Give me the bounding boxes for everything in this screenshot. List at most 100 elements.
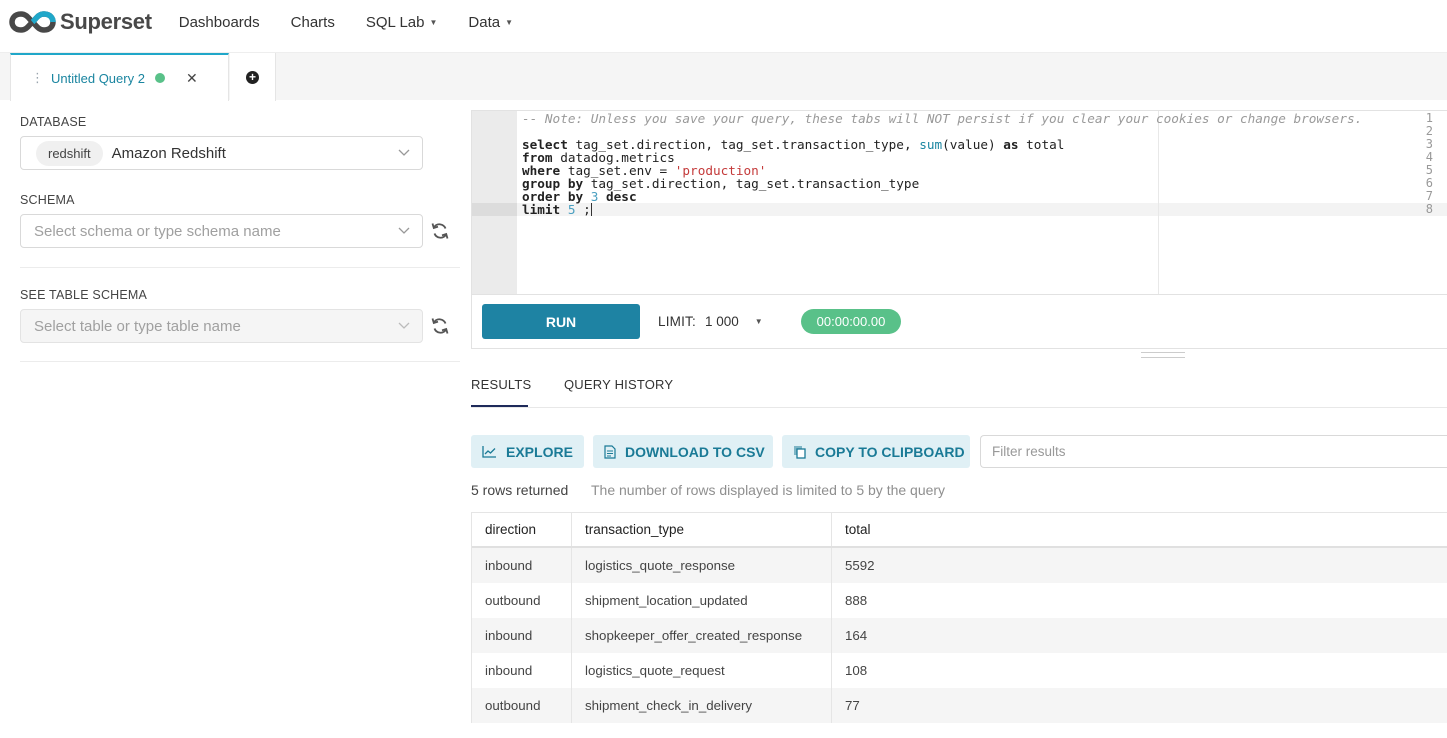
sql-function: sum: [919, 137, 943, 152]
table-placeholder: Select table or type table name: [34, 317, 241, 335]
sql-editor[interactable]: 1 2 3 4 5 6 7 8 -- Note: Unless you save…: [471, 110, 1447, 295]
tab-results[interactable]: RESULTS: [471, 377, 531, 392]
line-number: 8: [1425, 202, 1433, 216]
limit-dropdown[interactable]: LIMIT: 1 000 ▼: [658, 314, 763, 329]
table-cell: 164: [845, 628, 868, 643]
column-header-direction[interactable]: direction: [472, 513, 572, 546]
table-cell: outbound: [472, 583, 572, 618]
nav-sql-lab[interactable]: SQL Lab ▼: [366, 14, 438, 31]
copy-clipboard-label: COPY TO CLIPBOARD: [815, 443, 965, 460]
database-chip: redshift: [36, 140, 103, 166]
active-line-gutter: [472, 203, 517, 216]
sql-keyword: as: [1003, 137, 1019, 152]
divider: [20, 361, 460, 362]
copy-clipboard-button[interactable]: COPY TO CLIPBOARD: [782, 435, 970, 468]
tab-query-history[interactable]: QUERY HISTORY: [564, 377, 673, 392]
limit-value: 1 000: [704, 314, 739, 329]
refresh-schema-icon[interactable]: [430, 221, 450, 241]
pane-resize-handle[interactable]: [1141, 352, 1185, 358]
explore-label: EXPLORE: [506, 443, 573, 460]
download-csv-button[interactable]: DOWNLOAD TO CSV: [593, 435, 773, 468]
table-cell: inbound: [472, 653, 572, 688]
table-cell: shipment_location_updated: [572, 583, 832, 618]
table-cell: inbound: [472, 548, 572, 583]
nav-dashboards[interactable]: Dashboards: [179, 14, 260, 31]
query-timer: 00:00:00.00: [801, 309, 901, 334]
table-row: outbound shipment_check_in_delivery 77: [472, 688, 1447, 723]
run-button-label: RUN: [545, 313, 577, 330]
results-tabs: RESULTS QUERY HISTORY: [471, 360, 1447, 408]
sql-keyword: desc: [606, 189, 637, 204]
nav-sql-lab-label: SQL Lab: [365, 13, 425, 31]
tab-untitled-query-2[interactable]: ⋮ Untitled Query 2 ✕: [10, 53, 229, 101]
explore-button[interactable]: EXPLORE: [471, 435, 584, 468]
superset-logo-icon: [9, 11, 56, 33]
print-margin: [1158, 111, 1159, 294]
code-line-8: limit 5 ;: [522, 203, 592, 216]
download-csv-label: DOWNLOAD TO CSV: [625, 443, 765, 460]
nav-charts-label: Charts: [290, 13, 335, 31]
filter-results-input[interactable]: [980, 435, 1447, 468]
text-cursor: [590, 203, 592, 216]
query-tab-bar: ⋮ Untitled Query 2 ✕ +: [0, 52, 1447, 101]
schema-placeholder: Select schema or type schema name: [34, 222, 281, 240]
schema-label: SCHEMA: [20, 193, 75, 207]
divider: [20, 267, 460, 268]
table-row: inbound shopkeeper_offer_created_respons…: [472, 618, 1447, 653]
sql-comment: -- Note: Unless you save your query, the…: [522, 111, 1363, 126]
copy-icon: [794, 445, 806, 459]
chevron-down-icon: [398, 322, 410, 329]
database-name: Amazon Redshift: [111, 144, 226, 162]
top-navbar: Superset Dashboards Charts SQL Lab ▼ Dat…: [0, 0, 1447, 44]
database-select[interactable]: redshift Amazon Redshift: [20, 136, 423, 170]
table-row: inbound logistics_quote_request 108: [472, 653, 1447, 688]
line-chart-icon: [482, 446, 496, 458]
nav-charts[interactable]: Charts: [291, 14, 335, 31]
table-header: direction transaction_type total: [472, 513, 1447, 548]
tab-results-label: RESULTS: [471, 377, 532, 392]
table-row: inbound logistics_quote_response 5592: [472, 548, 1447, 583]
table-cell: 888: [845, 593, 868, 608]
plus-circle-icon: +: [246, 70, 259, 84]
code-line-1: -- Note: Unless you save your query, the…: [522, 112, 1362, 125]
file-icon: [604, 444, 616, 459]
table-row: outbound shipment_location_updated 888: [472, 583, 1447, 618]
table-cell: outbound: [472, 688, 572, 723]
new-tab-button[interactable]: +: [230, 53, 276, 101]
table-cell: 77: [845, 698, 860, 713]
table-cell: logistics_quote_response: [572, 548, 832, 583]
nav-data-label: Data: [468, 13, 501, 31]
rows-returned: 5 rows returned: [471, 482, 569, 498]
caret-down-icon: ▼: [429, 17, 438, 27]
status-dot: [154, 73, 165, 83]
sql-keyword: limit: [522, 202, 561, 217]
column-header-transaction-type[interactable]: transaction_type: [572, 513, 832, 546]
sql-number: 3: [590, 189, 599, 204]
chevron-down-icon: [398, 227, 410, 234]
brand[interactable]: Superset: [9, 0, 152, 44]
chevron-down-icon: [398, 149, 410, 156]
left-panel: DATABASE redshift Amazon Redshift SCHEMA…: [0, 100, 460, 738]
active-line-highlight: [517, 203, 1447, 216]
close-icon[interactable]: ✕: [186, 70, 198, 87]
table-cell: inbound: [472, 618, 572, 653]
nav-data[interactable]: Data ▼: [468, 14, 513, 31]
nav-dashboards-label: Dashboards: [178, 13, 260, 31]
rows-limit-note: The number of rows displayed is limited …: [591, 482, 946, 498]
drag-handle-icon[interactable]: ⋮: [31, 70, 44, 86]
sql-text: ;: [575, 202, 591, 217]
caret-down-icon: ▼: [505, 17, 514, 27]
table-cell: logistics_quote_request: [572, 653, 832, 688]
table-select[interactable]: Select table or type table name: [20, 309, 423, 343]
tab-label: Untitled Query 2: [51, 70, 145, 86]
brand-name: Superset: [60, 9, 152, 34]
table-cell: shopkeeper_offer_created_response: [572, 618, 832, 653]
schema-select[interactable]: Select schema or type schema name: [20, 214, 423, 248]
column-header-total[interactable]: total: [832, 513, 1447, 546]
active-tab-indicator: [471, 405, 528, 407]
table-cell: 108: [845, 663, 868, 678]
refresh-table-icon[interactable]: [430, 316, 450, 336]
database-label: DATABASE: [20, 115, 87, 129]
run-toolbar: RUN LIMIT: 1 000 ▼ 00:00:00.00: [471, 295, 1447, 349]
run-button[interactable]: RUN: [482, 304, 640, 339]
